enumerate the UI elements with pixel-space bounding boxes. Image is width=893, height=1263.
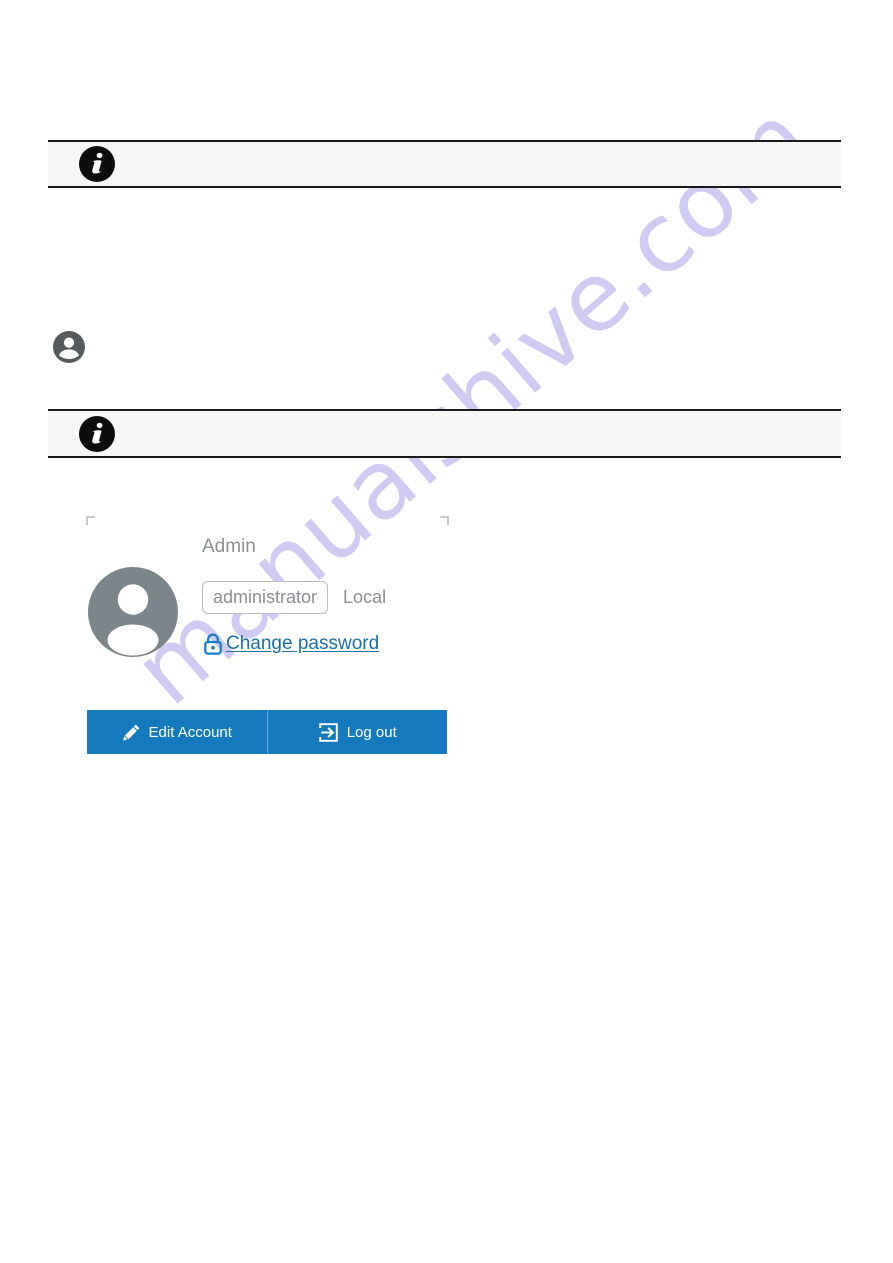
account-panel: Admin administrator Local Change passwor… [82, 512, 450, 754]
log-out-label: Log out [346, 723, 397, 741]
change-password-label: Change password [226, 633, 380, 655]
account-fields: Admin administrator Local Change passwor… [202, 534, 450, 661]
edit-account-button[interactable]: Edit Account [87, 710, 267, 754]
page-root: manualshive.com Admin administrator Loca… [0, 0, 893, 1263]
user-avatar-icon [87, 566, 179, 658]
person-icon [52, 330, 86, 364]
account-scope-label: Local [343, 587, 387, 608]
info-banner-2 [48, 409, 841, 458]
change-password-link[interactable]: Change password [202, 632, 379, 656]
account-action-bar: Edit Account Log out [87, 710, 447, 754]
log-out-button[interactable]: Log out [266, 710, 447, 754]
panel-corner-top-left [86, 516, 95, 525]
account-display-name: Admin [202, 536, 256, 557]
account-row: Admin administrator Local Change passwor… [82, 534, 450, 661]
info-banner-1 [48, 140, 841, 188]
credentials-row: administrator Local [202, 580, 450, 615]
edit-account-label: Edit Account [148, 723, 232, 741]
lock-icon [202, 632, 224, 656]
panel-corner-top-right [440, 516, 449, 525]
username-input[interactable]: administrator [202, 580, 329, 615]
info-icon [78, 145, 116, 183]
account-body: Admin administrator Local Change passwor… [82, 534, 450, 754]
info-icon [78, 415, 116, 453]
logout-icon [318, 722, 339, 743]
pencil-icon [122, 723, 141, 742]
